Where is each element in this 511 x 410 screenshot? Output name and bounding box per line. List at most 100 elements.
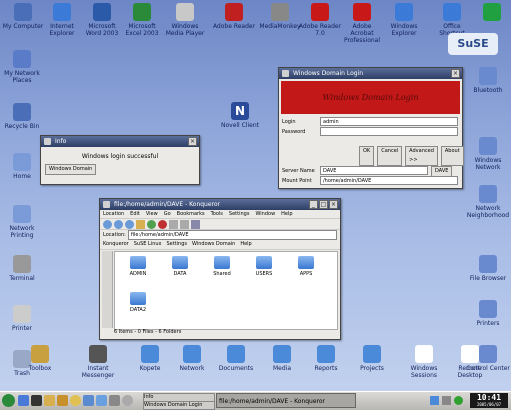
tray-volume-icon[interactable] <box>442 396 451 405</box>
zoom-out-icon[interactable] <box>180 220 189 229</box>
desktop-icon-top-5[interactable]: Adobe Reader <box>212 3 256 30</box>
home-icon[interactable] <box>136 220 145 229</box>
login-input[interactable]: admin <box>320 117 458 126</box>
stop-icon[interactable] <box>158 220 167 229</box>
desktop-icon-top-7[interactable]: Adobe Reader 7.0 <box>298 3 342 37</box>
desktop-icon-bottom-7[interactable]: Projects <box>350 345 394 372</box>
desktop-icon-right-2[interactable]: Network Neighborhood <box>466 185 510 219</box>
close-icon[interactable]: × <box>329 200 338 209</box>
advanced-button[interactable]: Advanced >> <box>405 146 438 166</box>
desktop-icon-bottom-8[interactable]: Windows Sessions <box>402 345 446 379</box>
file-manager-titlebar[interactable]: file:/home/admin/DAVE - Konqueror _ □ × <box>100 199 340 210</box>
desktop-icon-bottom-9[interactable]: Remote Desktop <box>448 345 492 379</box>
desktop-icon-top-3[interactable]: Microsoft Excel 2003 <box>120 3 164 37</box>
menu-view[interactable]: View <box>146 210 158 218</box>
maximize-icon[interactable]: □ <box>319 200 328 209</box>
desktop-icon-bottom-1[interactable]: Instant Messenger <box>76 345 120 379</box>
clock[interactable]: 10:41 2005/06/07 <box>470 393 508 408</box>
windows-domain-button[interactable]: Windows Domain <box>45 164 97 175</box>
folder-item[interactable]: ADMIN <box>121 256 155 277</box>
desktop-icon-left-5[interactable]: Printer <box>0 305 44 332</box>
quicklaunch-terminal-icon[interactable] <box>31 395 42 406</box>
server-input[interactable]: DAVE <box>320 166 428 175</box>
reload-icon[interactable] <box>147 220 156 229</box>
desktop-icon-bottom-3[interactable]: Network <box>170 345 214 372</box>
desktop-icon-top-8[interactable]: Adobe Acrobat Professional <box>340 3 384 44</box>
desktop-icon-bottom-0[interactable]: Toolbox <box>18 345 62 372</box>
bookmark-item[interactable]: Konqueror <box>103 240 129 249</box>
bookmark-item[interactable]: SuSE Linux <box>134 240 162 249</box>
bookmark-item[interactable]: Help <box>240 240 251 249</box>
desktop-icon-left-3[interactable]: Network Printing <box>0 205 44 239</box>
desktop-icon-right-1[interactable]: Windows Network <box>466 137 510 171</box>
minimize-icon[interactable]: _ <box>309 200 318 209</box>
desktop-icon-top-1[interactable]: Internet Explorer <box>40 3 84 37</box>
back-icon[interactable] <box>103 220 112 229</box>
menu-window[interactable]: Window <box>255 210 275 218</box>
desktop-icon-top-0[interactable]: My Computer <box>1 3 45 30</box>
task-file-manager[interactable]: file:/home/admin/DAVE - Konqueror <box>216 393 356 408</box>
forward-icon[interactable] <box>114 220 123 229</box>
quicklaunch-search-icon[interactable] <box>122 395 133 406</box>
tray-update-icon[interactable] <box>454 396 463 405</box>
folder-item[interactable]: APPS <box>289 256 323 277</box>
desktop-icon-bottom-2[interactable]: Kopete <box>128 345 172 372</box>
close-icon[interactable]: × <box>188 137 197 146</box>
desktop-icon-label: Windows Explorer <box>390 23 418 37</box>
desktop-icon-left-2[interactable]: Home <box>0 153 44 180</box>
login-window-titlebar[interactable]: Windows Domain Login × <box>279 68 462 79</box>
desktop-icon-bottom-4[interactable]: Documents <box>214 345 258 372</box>
desktop-icon-top-2[interactable]: Microsoft Word 2003 <box>80 3 124 37</box>
start-menu-icon[interactable] <box>2 394 15 407</box>
menu-edit[interactable]: Edit <box>130 210 140 218</box>
menu-location[interactable]: Location <box>103 210 124 218</box>
mount-input[interactable]: /home/admin/DAVE <box>320 176 458 185</box>
close-icon[interactable]: × <box>451 69 460 78</box>
desktop-icon-right-3[interactable]: File Browser <box>466 255 510 282</box>
desktop-icon-top-4[interactable]: Windows Media Player <box>163 3 207 37</box>
quicklaunch-office-icon[interactable] <box>57 395 68 406</box>
bookmark-item[interactable]: Settings <box>167 240 188 249</box>
info-dialog-titlebar[interactable]: Info × <box>41 136 199 147</box>
desktop-icon-top-11[interactable] <box>470 3 511 23</box>
quicklaunch-mail-icon[interactable] <box>44 395 55 406</box>
desktop-icon-label: Adobe Reader <box>212 23 256 30</box>
folder-item[interactable]: Shared <box>205 256 239 277</box>
desktop-icon-top-10[interactable]: Office Shortcut <box>430 3 474 37</box>
cancel-button[interactable]: Cancel <box>377 146 403 166</box>
address-input[interactable]: file:/home/admin/DAVE <box>127 230 337 240</box>
password-input[interactable] <box>320 127 458 136</box>
folder-item[interactable]: DATA <box>163 256 197 277</box>
quicklaunch-network-icon[interactable] <box>83 395 94 406</box>
bookmark-item[interactable]: Windows Domain <box>192 240 235 249</box>
menu-settings[interactable]: Settings <box>229 210 250 218</box>
quicklaunch-help-icon[interactable] <box>70 395 81 406</box>
folder-item[interactable]: DATA2 <box>121 292 155 313</box>
desktop-icon-right-0[interactable]: Bluetooth <box>466 67 510 94</box>
desktop-icon-bottom-5[interactable]: Media <box>260 345 304 372</box>
desktop-icon-top-9[interactable]: Windows Explorer <box>382 3 426 37</box>
desktop-icon-right-4[interactable]: Printers <box>466 300 510 327</box>
quicklaunch-files-icon[interactable] <box>96 395 107 406</box>
up-icon[interactable] <box>125 220 134 229</box>
view-icon[interactable] <box>191 220 200 229</box>
menu-help[interactable]: Help <box>281 210 292 218</box>
desktop-icon-left-4[interactable]: Terminal <box>0 255 44 282</box>
desktop-icon-left-0[interactable]: My Network Places <box>0 50 44 84</box>
ok-button[interactable]: OK <box>359 146 375 166</box>
quicklaunch-settings-icon[interactable] <box>109 395 120 406</box>
zoom-in-icon[interactable] <box>169 220 178 229</box>
desktop-icon-novell[interactable]: N Novell Client <box>218 102 262 129</box>
desktop-icon-bottom-6[interactable]: Reports <box>304 345 348 372</box>
menu-go[interactable]: Go <box>164 210 171 218</box>
tray-network-icon[interactable] <box>430 396 439 405</box>
desktop-icon-top-6[interactable]: MediaMonkey <box>258 3 302 30</box>
desktop-icon-label: Microsoft Word 2003 <box>85 23 119 37</box>
desktop-icon-label: Network <box>179 365 205 372</box>
quicklaunch-browser-icon[interactable] <box>18 395 29 406</box>
menu-bookmarks[interactable]: Bookmarks <box>177 210 205 218</box>
menu-tools[interactable]: Tools <box>211 210 223 218</box>
desktop-icon-left-1[interactable]: Recycle Bin <box>0 103 44 130</box>
about-button[interactable]: About <box>440 146 464 166</box>
folder-item[interactable]: USERS <box>247 256 281 277</box>
